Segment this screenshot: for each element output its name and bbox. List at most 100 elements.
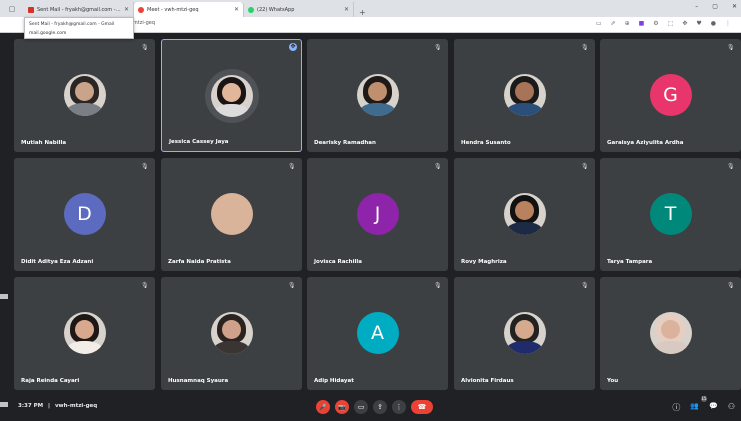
more-icon: ⋮ (395, 403, 403, 411)
people-count-badge: 15 (701, 396, 707, 402)
avatar-face (221, 319, 242, 339)
captions-icon: ▭ (357, 403, 365, 411)
activities-button[interactable]: ⚇ (728, 402, 735, 413)
share-icon[interactable]: ⇗ (611, 20, 616, 27)
puzzle-icon[interactable]: ✥ (682, 20, 687, 27)
avatar-letter: A (371, 322, 384, 344)
participant-tile[interactable]: 🎙 Husnamnaq Syaura (161, 277, 302, 390)
avatar-letter: D (77, 203, 92, 225)
participant-tile[interactable]: 🎙 Zarfa Naida Pratista (161, 158, 302, 271)
page-edge-mark (0, 294, 8, 299)
avatar-body (212, 340, 251, 354)
avatar-face (367, 81, 388, 101)
page-edge-mark (0, 402, 8, 407)
participant-tile[interactable]: 🎙 D Didit Aditya Eza Adzani (14, 158, 155, 271)
info-button[interactable]: ⓘ (672, 402, 680, 413)
captions-button[interactable]: ▭ (354, 400, 368, 414)
close-window-button[interactable]: ✕ (732, 3, 737, 10)
mic-muted-icon: 🎙 (141, 44, 149, 51)
participant-name: Hendra Susanto (461, 140, 511, 146)
whatsapp-icon (248, 6, 254, 13)
participant-tile[interactable]: 🎙 Dearisky Ramadhan (307, 39, 448, 152)
mic-muted-icon: 🎙 (141, 163, 149, 170)
participant-avatar (210, 312, 253, 354)
cast-icon[interactable]: ▭ (596, 20, 602, 27)
participant-tile[interactable]: 🎙 J Jovisca Rachilla (307, 158, 448, 271)
avatar-face (514, 200, 535, 220)
participant-name: Mutiah Nabilla (21, 140, 67, 146)
participant-tile[interactable]: 🎙 G Garaisya Aziyulita Ardha (600, 39, 741, 152)
participant-avatar: D (63, 193, 106, 235)
mic-muted-icon: 🎙 (141, 282, 149, 289)
avatar-body (212, 103, 251, 117)
profile-avatar[interactable]: ● (711, 20, 716, 27)
chat-button[interactable]: 💬 (709, 402, 718, 413)
mic-muted-icon: 🎙 (581, 282, 589, 289)
avatar-body (505, 102, 544, 116)
camera-off-icon: 📷 (338, 403, 346, 411)
participant-tile[interactable]: 🎙 Raja Reinda Cayari (14, 277, 155, 390)
extension-icon[interactable]: ■ (639, 20, 645, 27)
hover-card-title: Sent Mail - fryakh@gmail.com - Gmail (29, 22, 115, 27)
mic-muted-icon: 🎙 (581, 44, 589, 51)
avatar-face (74, 319, 95, 339)
meet-window: ▢ Sent Mail - fryakh@gmail.com - Gmail ✕… (0, 0, 741, 421)
gmail-icon (28, 6, 34, 13)
people-button[interactable]: 👥 (690, 402, 699, 413)
camera-toggle-button[interactable]: 📷 (335, 400, 349, 414)
close-tab-icon[interactable]: ✕ (344, 6, 349, 13)
pin-icon[interactable]: ✥ (289, 43, 297, 51)
restore-button[interactable]: ▢ (712, 3, 718, 10)
menu-icon[interactable]: ⋮ (725, 20, 731, 27)
new-tab-button[interactable]: + (354, 8, 371, 17)
participant-name: Husnamnaq Syaura (168, 378, 229, 384)
meeting-time: 3:37 PM (18, 403, 44, 409)
participant-tile[interactable]: 🎙 Alvionita Firdaus (454, 277, 595, 390)
participant-name: Jessica Cassey Jaya (169, 139, 229, 145)
participant-avatar (503, 193, 546, 235)
end-call-button[interactable]: ☎ (411, 400, 433, 414)
avatar-letter: T (664, 203, 677, 225)
participant-tile[interactable]: 🎙 Hendra Susanto (454, 39, 595, 152)
participant-tile[interactable]: ✥ Jessica Cassey Jaya (161, 39, 302, 152)
minimize-button[interactable]: – (695, 3, 698, 10)
mic-muted-icon: 🎙 (288, 282, 296, 289)
separator: | (48, 403, 51, 409)
participant-avatar (210, 75, 253, 117)
meeting-details: 3:37 PM | vwh-mtzi-geq (18, 403, 97, 409)
extension-toolbar: ▭ ⇗ ⊕ ■ ⚙ ⬚ ✥ ♥ ● ⋮ (596, 20, 731, 27)
more-options-button[interactable]: ⋮ (392, 400, 406, 414)
tab-whatsapp[interactable]: (22) WhatsApp ✕ (244, 2, 354, 17)
tab-search-icon[interactable]: ▢ (0, 0, 24, 17)
present-button[interactable]: ⇪ (373, 400, 387, 414)
participant-tile[interactable]: 🎙 Rovy Maghriza (454, 158, 595, 271)
zoom-icon[interactable]: ⊕ (625, 20, 630, 27)
tab-meet[interactable]: Meet - vwh-mtzi-geq ✕ (134, 2, 244, 17)
avatar-body (505, 221, 544, 235)
participant-avatar: T (649, 193, 692, 235)
heart-icon[interactable]: ♥ (696, 20, 701, 27)
participant-name: Adip Hidayat (314, 378, 354, 384)
settings-icon[interactable]: ⚙ (653, 20, 658, 27)
present-icon: ⇪ (377, 403, 383, 411)
mic-off-icon: 🎤 (319, 403, 327, 411)
mic-muted-icon: 🎙 (727, 44, 735, 51)
screenshot-icon[interactable]: ⬚ (668, 20, 674, 27)
avatar-body (65, 340, 104, 354)
participant-tile[interactable]: 🎙 Mutiah Nabilla (14, 39, 155, 152)
meet-control-bar: 3:37 PM | vwh-mtzi-geq 🎤 📷 ▭ ⇪ ⋮ ☎ ⓘ 👥 💬… (0, 393, 741, 421)
avatar-body (651, 340, 690, 354)
close-tab-icon[interactable]: ✕ (124, 6, 129, 13)
participant-tile[interactable]: 🎙 You (600, 277, 741, 390)
participant-avatar (649, 312, 692, 354)
call-controls: 🎤 📷 ▭ ⇪ ⋮ ☎ (316, 400, 433, 414)
participant-name: Raja Reinda Cayari (21, 378, 80, 384)
tab-gmail[interactable]: Sent Mail - fryakh@gmail.com - Gmail ✕ (24, 2, 134, 17)
mic-toggle-button[interactable]: 🎤 (316, 400, 330, 414)
participant-avatar (210, 193, 253, 235)
avatar-face (514, 81, 535, 101)
side-panel-controls: ⓘ 👥 💬 ⚇ (672, 402, 735, 413)
close-tab-icon[interactable]: ✕ (234, 6, 239, 13)
participant-tile[interactable]: 🎙 A Adip Hidayat (307, 277, 448, 390)
participant-tile[interactable]: 🎙 T Tarya Tampara (600, 158, 741, 271)
